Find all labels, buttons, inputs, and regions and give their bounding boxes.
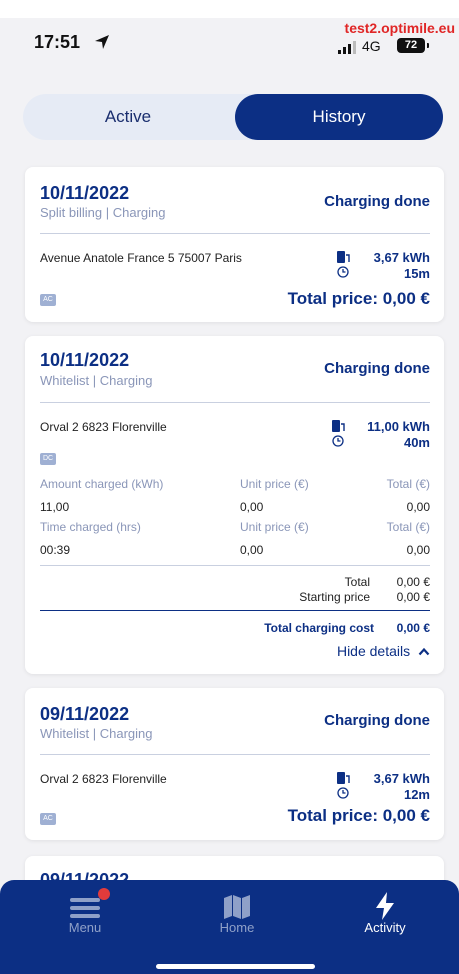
session-card-expanded[interactable]: 10/11/2022 Whitelist | Charging Charging… (25, 336, 444, 674)
divider (40, 233, 430, 234)
session-status: Charging done (324, 193, 430, 210)
menu-icon (70, 898, 100, 918)
connector-type-badge: AC (40, 813, 56, 825)
nav-home-label: Home (219, 920, 255, 935)
hide-details-label: Hide details (336, 643, 411, 659)
session-address: Avenue Anatole France 5 75007 Paris (40, 251, 242, 265)
clock-icon (332, 435, 344, 447)
starting-price-label: Starting price (299, 590, 370, 604)
battery-icon: 72 (397, 38, 425, 53)
energy-amount-value: 11,00 (40, 500, 70, 514)
nav-menu-label: Menu (68, 920, 102, 935)
time-total-value: 0,00 (406, 543, 430, 557)
divider (40, 565, 430, 566)
starting-price-value: 0,00 € (396, 590, 430, 604)
energy-unit-price-header: Unit price (€) (240, 477, 309, 491)
energy-unit-price-value: 0,00 (240, 500, 264, 514)
time-unit-price-value: 0,00 (240, 543, 264, 557)
session-energy: 3,67 kWh (373, 771, 430, 786)
total-value: 0,00 € (396, 575, 430, 589)
energy-amount-header: Amount charged (kWh) (40, 477, 164, 491)
energy-total-header: Total (€) (386, 477, 430, 491)
top-edge (0, 0, 459, 18)
session-energy: 3,67 kWh (373, 250, 430, 265)
session-address: Orval 2 6823 Florenville (40, 420, 167, 434)
total-charging-cost-label: Total charging cost (264, 621, 374, 635)
connector-type-badge: AC (40, 294, 56, 306)
total-charging-cost-value: 0,00 € (396, 621, 430, 635)
divider-strong (40, 610, 430, 611)
session-duration: 15m (403, 266, 430, 281)
bottom-navigation: Menu Home Activity (0, 880, 459, 974)
total-label: Total (344, 575, 370, 589)
location-arrow-icon (95, 35, 109, 49)
activity-tab-switch: Active History (23, 94, 443, 140)
charger-icon (337, 772, 350, 784)
session-duration: 12m (403, 787, 430, 802)
session-subtitle: Split billing | Charging (40, 205, 166, 220)
charger-icon (332, 420, 345, 432)
connector-type-badge: DC (40, 453, 56, 465)
time-unit-price-header: Unit price (€) (240, 520, 309, 534)
session-total-price: Total price: 0,00 € (287, 289, 430, 308)
nav-activity-label: Activity (364, 920, 406, 935)
session-date: 10/11/2022 (40, 183, 130, 203)
session-status: Charging done (324, 360, 430, 377)
session-subtitle: Whitelist | Charging (40, 726, 153, 741)
session-energy: 11,00 kWh (367, 419, 430, 434)
status-time: 17:51 (34, 32, 81, 52)
notification-dot (98, 888, 110, 900)
battery-tip (427, 43, 429, 48)
divider (40, 402, 430, 403)
session-card[interactable]: 09/11/2022 Whitelist | Charging Charging… (25, 688, 444, 840)
network-type: 4G (362, 38, 381, 54)
nav-activity[interactable]: Activity (330, 880, 440, 950)
session-total-price: Total price: 0,00 € (287, 806, 430, 825)
session-date: 10/11/2022 (40, 350, 130, 370)
time-amount-header: Time charged (hrs) (40, 520, 141, 534)
nav-menu[interactable]: Menu (30, 880, 140, 950)
environment-domain: test2.optimile.eu (344, 20, 455, 36)
clock-icon (337, 787, 349, 799)
session-address: Orval 2 6823 Florenville (40, 772, 167, 786)
chevron-up-icon (418, 647, 430, 656)
map-icon (224, 895, 250, 919)
energy-total-value: 0,00 (406, 500, 430, 514)
bolt-icon (376, 892, 394, 920)
session-card[interactable]: 10/11/2022 Split billing | Charging Char… (25, 167, 444, 322)
signal-icon (338, 41, 356, 54)
charger-icon (337, 251, 350, 263)
nav-home[interactable]: Home (182, 880, 292, 950)
tab-active[interactable]: Active (23, 94, 233, 140)
session-subtitle: Whitelist | Charging (40, 373, 153, 388)
hide-details-button[interactable]: Hide details (337, 643, 430, 659)
clock-icon (337, 266, 349, 278)
session-duration: 40m (403, 435, 430, 450)
divider (40, 754, 430, 755)
home-indicator (156, 964, 315, 969)
session-status: Charging done (324, 712, 430, 729)
tab-history[interactable]: History (235, 94, 443, 140)
time-total-header: Total (€) (386, 520, 430, 534)
time-amount-value: 00:39 (40, 543, 71, 557)
session-date: 09/11/2022 (40, 704, 130, 724)
